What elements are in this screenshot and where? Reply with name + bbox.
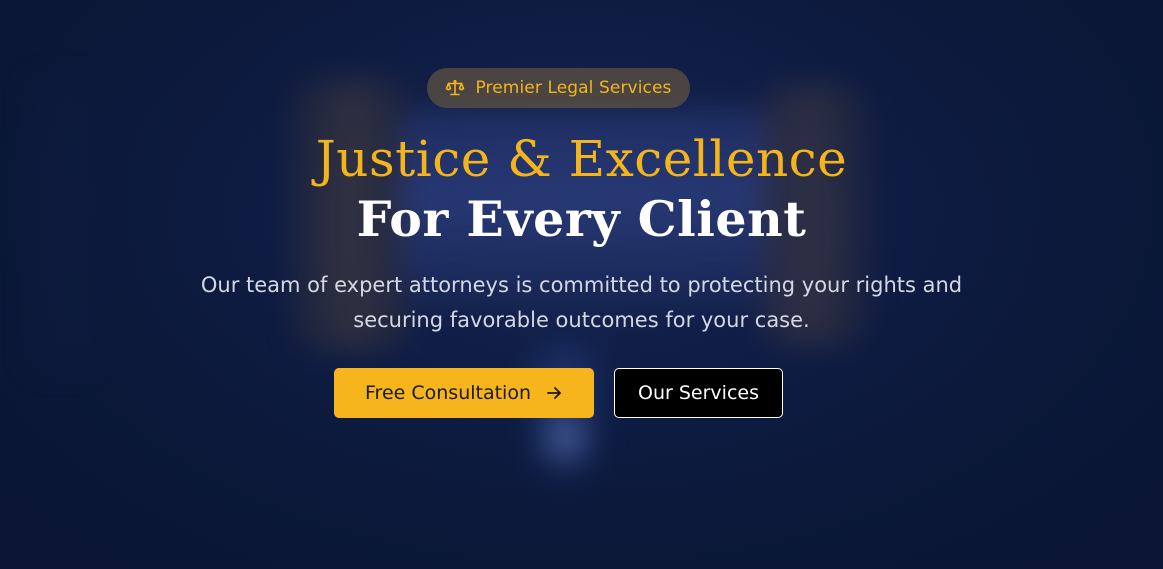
hero-subtitle: Our team of expert attorneys is committe…: [200, 273, 963, 332]
hero-title-line2: For Every Client: [356, 190, 807, 248]
our-services-label: Our Services: [638, 382, 759, 404]
arrow-right-icon: [545, 384, 563, 402]
scale-icon: [445, 78, 465, 98]
free-consultation-button[interactable]: Free Consultation: [334, 368, 594, 418]
badge-label: Premier Legal Services: [475, 78, 672, 98]
hero-badge: Premier Legal Services: [427, 68, 690, 108]
free-consultation-label: Free Consultation: [365, 382, 531, 404]
hero-section: Premier Legal Services Justice & Excelle…: [0, 0, 1163, 569]
our-services-button[interactable]: Our Services: [614, 368, 783, 418]
